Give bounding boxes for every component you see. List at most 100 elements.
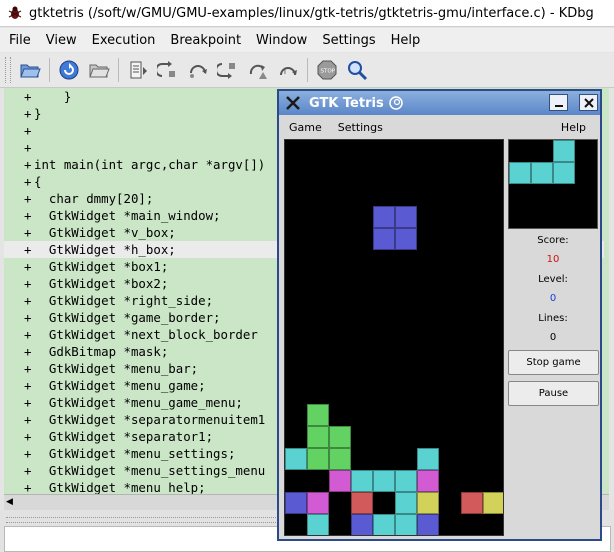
board-block <box>373 228 395 250</box>
pause-button[interactable]: Pause <box>508 381 599 406</box>
code-text: { <box>34 174 42 189</box>
code-text: GtkWidget *menu_bar; <box>34 361 199 376</box>
code-text: GtkWidget *menu_help; <box>34 480 206 494</box>
step-over-icon <box>190 65 207 78</box>
step-instruction-button[interactable]: i <box>275 57 301 83</box>
board-block <box>395 470 417 492</box>
tetris-titlebar[interactable]: GTK Tetris <box>279 91 600 115</box>
reload-button[interactable] <box>56 57 82 83</box>
board-block <box>307 514 329 535</box>
code-text: GtkWidget *menu_settings; <box>34 446 236 461</box>
next-block <box>553 162 575 184</box>
breakpoint-marker: + <box>24 395 32 410</box>
code-text: } <box>34 106 42 121</box>
code-text: GtkWidget *main_window; <box>34 208 221 223</box>
next-block <box>553 140 575 162</box>
minimize-button[interactable] <box>549 94 568 111</box>
board-block <box>329 426 351 448</box>
step-instruction-icon: i <box>280 67 297 76</box>
stop-game-button[interactable]: Stop game <box>508 350 599 375</box>
breakpoint-marker: + <box>24 208 32 223</box>
window-titlebar: gtktetris (/soft/w/GMU/GMU-examples/linu… <box>0 0 614 27</box>
x-logo-icon <box>286 96 300 110</box>
step-into-button[interactable] <box>155 57 181 83</box>
board-block <box>307 492 329 514</box>
level-value: 0 <box>549 293 557 304</box>
menu-view[interactable]: View <box>40 33 83 48</box>
code-text: } <box>34 89 72 104</box>
board-block <box>351 492 373 514</box>
step-out-button[interactable] <box>215 57 241 83</box>
next-block <box>531 162 553 184</box>
board-block <box>461 492 483 514</box>
code-text: GtkWidget *separatormenuitem1 <box>34 412 266 427</box>
code-text: int main(int argc,char *argv[]) <box>34 157 266 172</box>
board-block <box>373 470 395 492</box>
step-out-icon <box>217 63 235 79</box>
svg-text:STOP: STOP <box>321 69 336 75</box>
breakpoint-marker: + <box>24 242 32 257</box>
breakpoint-marker: + <box>24 140 32 155</box>
menu-help[interactable]: Help <box>385 33 427 48</box>
board-block <box>307 404 329 426</box>
breakpoint-marker: + <box>24 327 32 342</box>
code-text: GtkWidget *menu_game_menu; <box>34 395 243 410</box>
board-block <box>307 448 329 470</box>
menu-breakpoint[interactable]: Breakpoint <box>164 33 247 48</box>
game-board[interactable] <box>284 139 504 536</box>
board-block <box>417 448 439 470</box>
tetris-menu-help[interactable]: Help <box>555 121 592 134</box>
minimize-icon <box>554 104 563 107</box>
open-executable-button[interactable] <box>86 57 112 83</box>
code-text: GtkWidget *box1; <box>34 259 169 274</box>
breakpoint-marker: + <box>24 463 32 478</box>
open-source-button[interactable] <box>17 57 43 83</box>
find-button[interactable] <box>344 57 370 83</box>
stop-button[interactable]: STOP <box>314 57 340 83</box>
breakpoint-marker: + <box>24 361 32 376</box>
breakpoint-marker: + <box>24 106 32 121</box>
code-text: GdkBitmap *mask; <box>34 344 169 359</box>
menu-file[interactable]: File <box>3 33 37 48</box>
pane-splitter[interactable] <box>6 517 276 523</box>
step-over-button[interactable] <box>185 57 211 83</box>
board-block <box>395 206 417 228</box>
run-to-cursor-button[interactable] <box>245 57 271 83</box>
close-button[interactable] <box>579 94 598 111</box>
svg-text:i: i <box>284 68 286 76</box>
breakpoint-marker: + <box>24 174 32 189</box>
board-block <box>307 426 329 448</box>
breakpoint-marker: + <box>24 89 32 104</box>
board-block <box>483 492 503 514</box>
run-button[interactable] <box>125 57 151 83</box>
menubar: File View Execution Breakpoint Window Se… <box>0 28 614 52</box>
breakpoint-marker: + <box>24 412 32 427</box>
breakpoint-marker: + <box>24 378 32 393</box>
toolbar-grip[interactable] <box>5 57 11 83</box>
board-block <box>395 492 417 514</box>
breakpoint-marker: + <box>24 191 32 206</box>
breakpoint-marker: + <box>24 344 32 359</box>
board-block <box>417 492 439 514</box>
reload-icon <box>59 60 79 80</box>
tetris-menu-game[interactable]: Game <box>283 121 328 134</box>
scroll-left-icon[interactable]: ◀ <box>6 497 16 507</box>
close-icon <box>583 97 594 108</box>
tetris-title: GTK Tetris <box>309 95 384 111</box>
menu-window[interactable]: Window <box>250 33 313 48</box>
board-block <box>351 470 373 492</box>
tetris-window: GTK Tetris Game Settings Help Score: 10 … <box>277 89 602 541</box>
breakpoint-marker: + <box>24 429 32 444</box>
menu-execution[interactable]: Execution <box>86 33 162 48</box>
code-text: GtkWidget *next_block_border <box>34 327 258 342</box>
board-block <box>373 514 395 535</box>
code-text: GtkWidget *menu_game; <box>34 378 206 393</box>
tetris-menu-settings[interactable]: Settings <box>332 121 389 134</box>
menu-settings[interactable]: Settings <box>316 33 381 48</box>
lines-value: 0 <box>549 332 557 343</box>
open-executable-icon <box>89 64 110 78</box>
stop-icon: STOP <box>317 60 337 80</box>
code-text: GtkWidget *right_side; <box>34 293 214 308</box>
board-block <box>329 470 351 492</box>
board-block <box>285 448 307 470</box>
